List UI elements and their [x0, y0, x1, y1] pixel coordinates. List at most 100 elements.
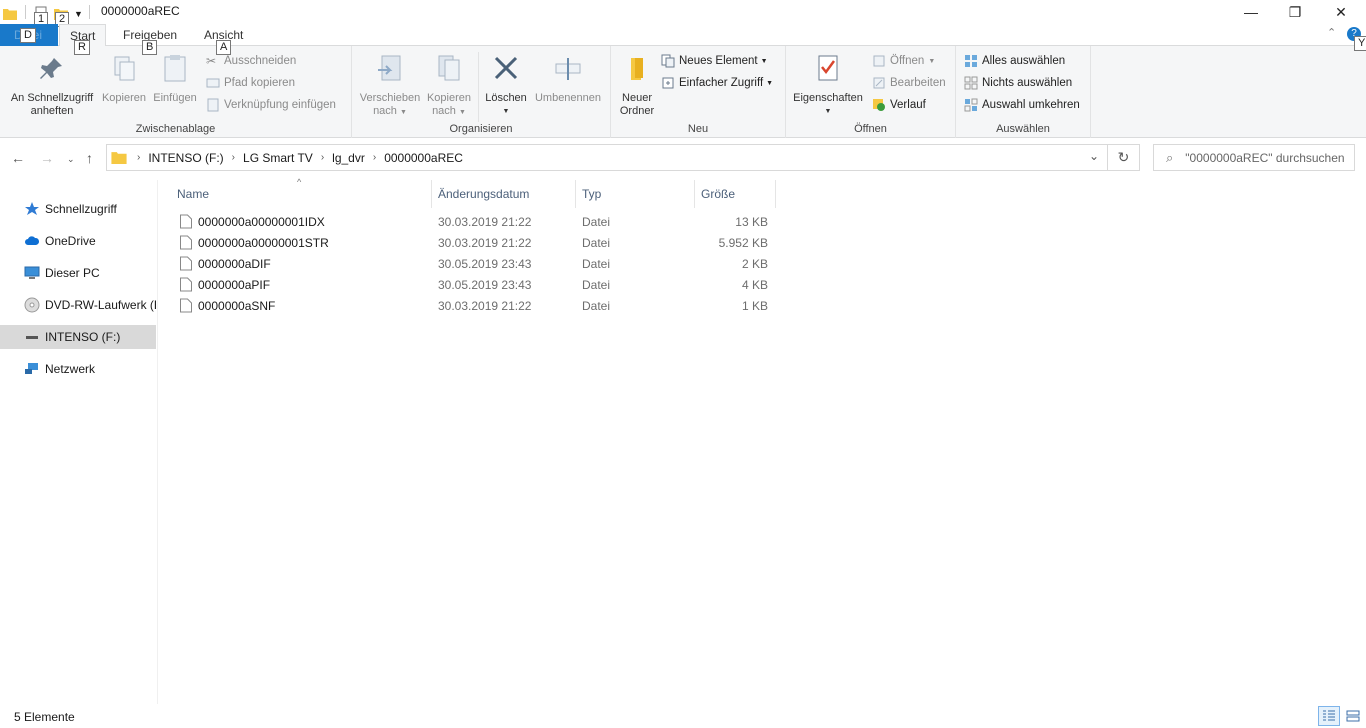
sidebar-item-intenso-drive[interactable]: INTENSO (F:) — [0, 325, 156, 349]
disc-icon — [24, 297, 40, 313]
maximize-button[interactable]: ❐ — [1272, 0, 1318, 24]
edit-button[interactable]: Bearbeiten — [872, 73, 946, 93]
breadcrumb-separator-icon[interactable]: › — [373, 152, 376, 163]
usb-drive-icon — [26, 336, 38, 339]
rename-icon — [555, 58, 581, 80]
breadcrumb-separator-icon[interactable]: › — [321, 152, 324, 163]
copy-icon — [114, 56, 135, 81]
collapse-ribbon-icon[interactable]: ⌃ — [1327, 26, 1336, 39]
table-row[interactable]: 0000000aPIF 30.05.2019 23:43 Datei 4 KB — [176, 275, 776, 296]
copy-to-button[interactable]: Kopieren nach ▼ — [424, 52, 474, 119]
ribbon: An Schnellzugriff anheften Kopieren Einf… — [0, 46, 1366, 138]
sidebar-item-network[interactable]: Netzwerk — [0, 357, 156, 381]
sidebar-item-label: Dieser PC — [45, 266, 100, 280]
sidebar-item-this-pc[interactable]: Dieser PC — [0, 261, 156, 285]
search-placeholder: "0000000aREC" durchsuchen — [1185, 150, 1345, 165]
open-button[interactable]: Öffnen ▼ — [872, 51, 935, 71]
file-icon — [180, 235, 192, 250]
move-to-dropdown-icon: ▼ — [399, 109, 407, 116]
move-to-label-2-text: nach — [373, 105, 397, 117]
properties-check-icon — [818, 55, 838, 81]
minimize-button[interactable]: — — [1228, 0, 1274, 24]
sidebar-item-quick-access[interactable]: Schnellzugriff — [0, 197, 156, 221]
file-list: ^ Name Änderungsdatum Typ Größe 0000000a… — [158, 177, 1366, 704]
sidebar-item-dvd-drive[interactable]: DVD-RW-Laufwerk (E — [0, 293, 156, 317]
organize-group-label: Organisieren — [449, 123, 513, 135]
sidebar-item-label: DVD-RW-Laufwerk (E — [45, 298, 156, 312]
rename-button[interactable]: Umbenennen — [532, 52, 604, 105]
file-date: 30.05.2019 23:43 — [438, 257, 532, 271]
new-item-dropdown-icon: ▼ — [760, 57, 768, 65]
copy-button[interactable]: Kopieren — [100, 52, 148, 105]
table-row[interactable]: 0000000a00000001IDX 30.03.2019 21:22 Dat… — [176, 212, 776, 233]
edit-label: Bearbeiten — [890, 77, 946, 89]
breadcrumb-item[interactable]: lg_dvr — [332, 151, 365, 165]
select-all-icon — [965, 55, 977, 67]
network-icon — [25, 363, 38, 374]
column-header-type[interactable]: Typ — [576, 180, 695, 208]
keytip-ansicht: A — [216, 40, 232, 55]
title-bar: ▼ 1 2 0000000aREC — ❐ ✕ — [0, 0, 1366, 27]
qat-customize-icon[interactable]: ▼ — [74, 9, 83, 19]
file-type: Datei — [582, 257, 611, 271]
properties-button[interactable]: Eigenschaften ▼ — [790, 52, 866, 118]
address-dropdown-icon[interactable]: ⌄ — [1089, 149, 1099, 163]
move-to-label-2: nach ▼ — [358, 105, 422, 119]
column-header-label: Änderungsdatum — [438, 187, 530, 201]
table-row[interactable]: 0000000aDIF 30.05.2019 23:43 Datei 2 KB — [176, 254, 776, 275]
table-row[interactable]: 0000000a00000001STR 30.03.2019 21:22 Dat… — [176, 233, 776, 254]
sidebar-item-onedrive[interactable]: OneDrive — [0, 229, 156, 253]
easy-access-dropdown-icon: ▼ — [766, 79, 774, 87]
close-button[interactable]: ✕ — [1318, 0, 1364, 24]
history-button[interactable]: Verlauf — [872, 95, 926, 115]
file-type: Datei — [582, 236, 611, 250]
file-name: 0000000a00000001IDX — [198, 215, 325, 229]
breadcrumb-item[interactable]: 0000000aREC — [384, 151, 463, 165]
address-bar[interactable]: › INTENSO (F:) › LG Smart TV › lg_dvr › … — [106, 144, 1108, 171]
window-title: 0000000aREC — [101, 4, 180, 18]
select-all-button[interactable]: Alles auswählen — [964, 51, 1065, 71]
large-icons-view-icon — [1346, 710, 1360, 722]
new-group-label: Neu — [687, 123, 709, 135]
select-none-button[interactable]: Nichts auswählen — [964, 73, 1072, 93]
new-folder-label-1: Neuer — [622, 92, 652, 104]
select-all-label: Alles auswählen — [982, 55, 1066, 67]
details-view-button[interactable] — [1318, 706, 1340, 726]
column-header-name[interactable]: Name — [171, 180, 432, 208]
table-row[interactable]: 0000000aSNF 30.03.2019 21:22 Datei 1 KB — [176, 296, 776, 317]
column-header-date[interactable]: Änderungsdatum — [432, 180, 576, 208]
breadcrumb-item[interactable]: INTENSO (F:) — [148, 151, 223, 165]
back-arrow-icon[interactable]: ← — [11, 150, 25, 166]
pin-label-2: anheften — [30, 105, 74, 117]
refresh-icon[interactable]: ↻ — [1108, 144, 1140, 171]
recent-locations-chevron-icon[interactable]: ⌄ — [67, 154, 75, 165]
cut-label: Ausschneiden — [224, 55, 297, 67]
move-to-button[interactable]: Verschieben nach ▼ — [358, 52, 422, 119]
large-icons-view-button[interactable] — [1342, 706, 1364, 726]
breadcrumb-separator-icon[interactable]: › — [137, 152, 140, 163]
search-input[interactable]: ⌕ "0000000aREC" durchsuchen — [1153, 144, 1355, 171]
file-date: 30.03.2019 21:22 — [438, 215, 532, 229]
delete-button[interactable]: Löschen ▼ — [482, 52, 530, 118]
new-item-button[interactable]: Neues Element ▼ — [661, 51, 768, 71]
paste-shortcut-button[interactable]: Verknüpfung einfügen — [206, 95, 336, 115]
sidebar-item-label: INTENSO (F:) — [45, 330, 121, 344]
paste-button[interactable]: Einfügen — [150, 52, 200, 105]
copy-to-label-1: Kopieren — [426, 92, 472, 104]
pin-label-1: An Schnellzugriff — [10, 92, 94, 104]
ribbon-tabs: Datei D Start Freigeben Ansicht R B A ⌃ … — [0, 24, 1366, 55]
invert-selection-button[interactable]: Auswahl umkehren — [964, 95, 1080, 115]
pin-quick-access-button[interactable]: An Schnellzugriff anheften — [6, 52, 98, 118]
keytip-file: D — [20, 28, 36, 43]
column-header-size[interactable]: Größe — [695, 180, 776, 208]
new-folder-button[interactable]: Neuer Ordner — [615, 52, 659, 118]
folder-icon — [111, 152, 127, 164]
breadcrumb-separator-icon[interactable]: › — [232, 152, 235, 163]
easy-access-button[interactable]: Einfacher Zugriff ▼ — [661, 73, 773, 93]
copy-path-button[interactable]: Pfad kopieren — [206, 73, 295, 93]
organize-divider — [478, 52, 479, 122]
forward-arrow-icon[interactable]: → — [40, 150, 54, 166]
breadcrumb-item[interactable]: LG Smart TV — [243, 151, 313, 165]
up-arrow-icon[interactable]: ↑ — [86, 150, 93, 166]
file-icon — [180, 298, 192, 313]
